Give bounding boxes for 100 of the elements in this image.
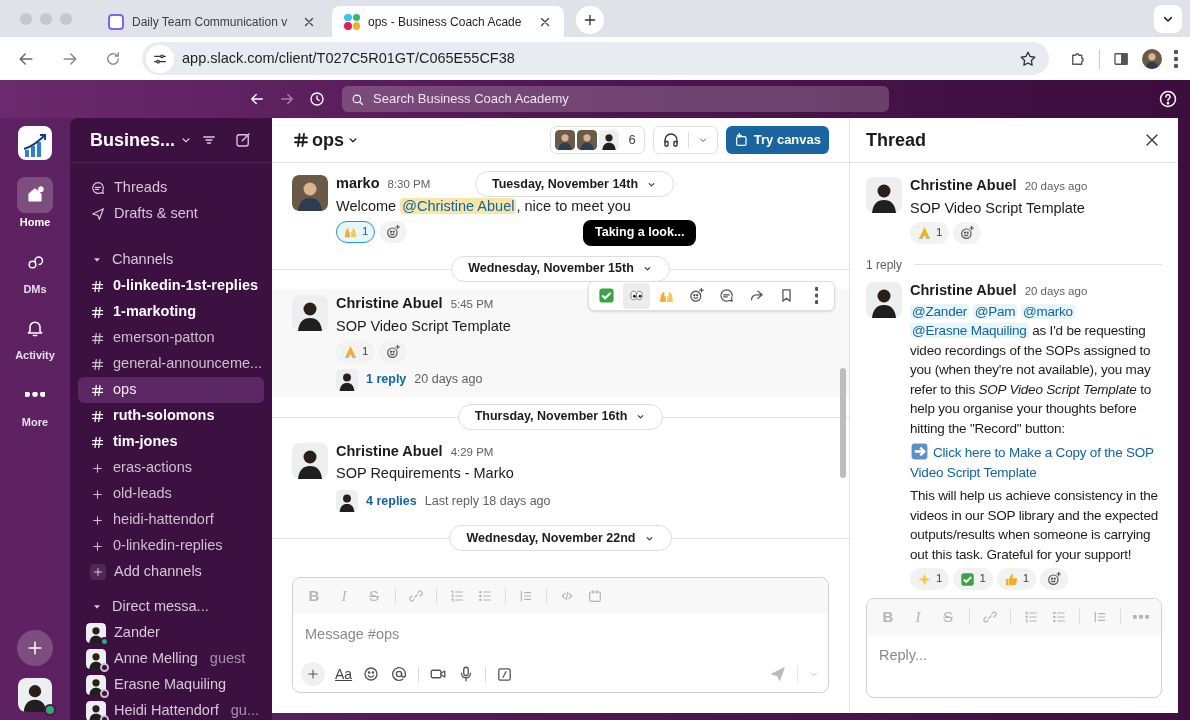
avatar[interactable] xyxy=(336,368,358,391)
emoji-icon[interactable] xyxy=(362,665,381,683)
reaction-button[interactable]: 1 xyxy=(953,568,993,590)
huddle-button[interactable] xyxy=(652,126,718,154)
browser-tab[interactable]: Daily Team Communication v xyxy=(96,6,328,37)
avatar[interactable] xyxy=(866,281,902,318)
channel-item[interactable]: old-leads xyxy=(78,481,264,507)
section-header[interactable]: Direct messa... xyxy=(78,594,264,620)
new-tab-button[interactable] xyxy=(576,6,604,34)
section-header[interactable]: Channels xyxy=(78,247,264,273)
dm-item[interactable]: Anne Melling guest xyxy=(78,646,264,672)
rail-tab[interactable]: DMs xyxy=(5,243,65,297)
timestamp[interactable]: 4:29 PM xyxy=(450,443,494,461)
dm-item[interactable]: Heidi Hattendorf gu... xyxy=(78,698,264,720)
channel-item[interactable]: ops xyxy=(78,377,264,403)
workspace-logo[interactable] xyxy=(18,126,52,160)
reaction-button[interactable]: 1 xyxy=(910,221,950,244)
channel-item[interactable]: emerson-patton xyxy=(78,325,264,351)
channel-item[interactable]: 1-markoting xyxy=(78,299,264,325)
date-divider-button[interactable]: Wednesday, November 22nd xyxy=(449,525,672,552)
shortcuts-icon[interactable] xyxy=(496,665,514,683)
text-format-button[interactable]: Aa xyxy=(335,663,353,685)
avatar[interactable] xyxy=(292,294,328,331)
message-composer[interactable]: B I S Message #ops Aa xyxy=(292,577,829,693)
author-name[interactable]: marko xyxy=(336,173,380,195)
timestamp[interactable]: 5:45 PM xyxy=(450,295,494,313)
history-icon[interactable] xyxy=(308,90,326,108)
date-divider-button[interactable]: Wednesday, November 15th xyxy=(451,255,670,282)
reaction-button[interactable]: 1 xyxy=(336,220,376,243)
author-name[interactable]: Christine Abuel xyxy=(336,440,443,463)
reaction-button[interactable]: 1 xyxy=(996,568,1037,590)
channel-name-button[interactable]: ops xyxy=(292,126,550,154)
message-input[interactable]: Message #ops xyxy=(293,614,828,656)
add-button[interactable] xyxy=(17,630,53,666)
message-input[interactable]: Reply... xyxy=(867,635,1161,677)
add-reaction-button[interactable] xyxy=(1040,568,1069,590)
dm-item[interactable]: Erasne Maquiling xyxy=(78,672,264,698)
timestamp[interactable]: 8:30 PM xyxy=(387,176,431,194)
channel-item[interactable]: heidi-hattendorf xyxy=(78,507,264,533)
timestamp[interactable]: 20 days ago xyxy=(1024,178,1088,196)
mention-icon[interactable] xyxy=(390,665,409,683)
search-field[interactable]: Search Business Coach Academy xyxy=(342,86,889,112)
members-button[interactable]: 6 xyxy=(549,126,645,154)
channel-item[interactable]: 0-linkedin-1st-replies xyxy=(78,273,264,299)
avatar[interactable] xyxy=(18,678,52,712)
add-reaction-button[interactable] xyxy=(953,221,982,244)
mention-link[interactable]: @Zander xyxy=(910,303,970,319)
avatar[interactable] xyxy=(866,177,902,213)
avatar[interactable] xyxy=(336,490,358,513)
rail-tab[interactable]: More xyxy=(5,376,65,430)
attach-button[interactable] xyxy=(301,662,325,686)
mention-link[interactable]: @Christine Abuel xyxy=(400,197,517,214)
replies-link[interactable]: 4 replies xyxy=(366,491,417,511)
author-name[interactable]: Christine Abuel xyxy=(336,292,443,315)
add-reaction-button[interactable] xyxy=(379,340,408,363)
copy-template-link[interactable]: Click here to Make a Copy of the SOP Video Script Template xyxy=(910,442,1162,482)
mention-link[interactable]: @marko xyxy=(1020,303,1075,319)
avatar[interactable] xyxy=(292,442,328,479)
mention-link[interactable]: @Pam xyxy=(972,303,1018,319)
author-name[interactable]: Christine Abuel xyxy=(910,279,1017,302)
date-divider-button[interactable]: Thursday, November 16th xyxy=(457,403,664,430)
menu-icon[interactable] xyxy=(1174,49,1178,68)
avatar[interactable] xyxy=(86,623,106,643)
reload-icon[interactable] xyxy=(104,49,122,68)
channel-item[interactable]: tim-jones xyxy=(78,429,264,455)
avatar[interactable] xyxy=(576,130,597,150)
message-composer[interactable]: B I S Reply... xyxy=(866,598,1162,698)
compose-icon[interactable] xyxy=(234,131,252,149)
author-name[interactable]: Christine Abuel xyxy=(910,175,1017,197)
sidebar-item[interactable]: Threads xyxy=(78,175,264,201)
avatar[interactable] xyxy=(1142,48,1162,69)
reaction-button[interactable]: 1 xyxy=(336,340,376,363)
avatar[interactable] xyxy=(292,175,328,211)
dm-item[interactable]: Zander xyxy=(78,620,264,646)
avatar[interactable] xyxy=(86,649,106,669)
workspace-menu[interactable]: Busines... xyxy=(90,126,200,154)
avatar[interactable] xyxy=(598,130,619,150)
bookmark-star-icon[interactable] xyxy=(1019,49,1037,68)
address-bar[interactable]: app.slack.com/client/T027C5R01GT/C065E55CF38 xyxy=(142,42,1049,75)
add-reaction-button[interactable] xyxy=(379,220,408,243)
timestamp[interactable]: 20 days ago xyxy=(1024,282,1088,300)
reaction-button[interactable]: 1 xyxy=(910,568,950,590)
action-button[interactable] xyxy=(623,282,650,309)
rail-tab[interactable]: Home xyxy=(5,177,65,231)
channel-item[interactable]: ruth-solomons xyxy=(78,403,264,429)
add-channels-button[interactable]: Add channels xyxy=(78,559,264,585)
browser-tab[interactable]: ops - Business Coach Acade xyxy=(332,6,564,37)
avatar[interactable] xyxy=(86,701,106,720)
avatar[interactable] xyxy=(86,675,106,695)
channel-item[interactable]: general-announceme... xyxy=(78,351,264,377)
avatar[interactable] xyxy=(554,130,575,150)
channel-item[interactable]: eras-actions xyxy=(78,455,264,481)
tab-list-button[interactable] xyxy=(1154,5,1182,33)
channel-item[interactable]: 0-linkedin-replies xyxy=(78,533,264,559)
sidebar-item[interactable]: Drafts & sent xyxy=(78,201,264,227)
rail-tab[interactable]: Activity xyxy=(5,310,65,364)
mention-link[interactable]: @Erasne Maquiling xyxy=(910,323,1029,338)
scrollbar-thumb[interactable] xyxy=(840,368,846,478)
help-icon[interactable] xyxy=(1158,89,1178,109)
replies-link[interactable]: 1 reply xyxy=(366,370,407,389)
